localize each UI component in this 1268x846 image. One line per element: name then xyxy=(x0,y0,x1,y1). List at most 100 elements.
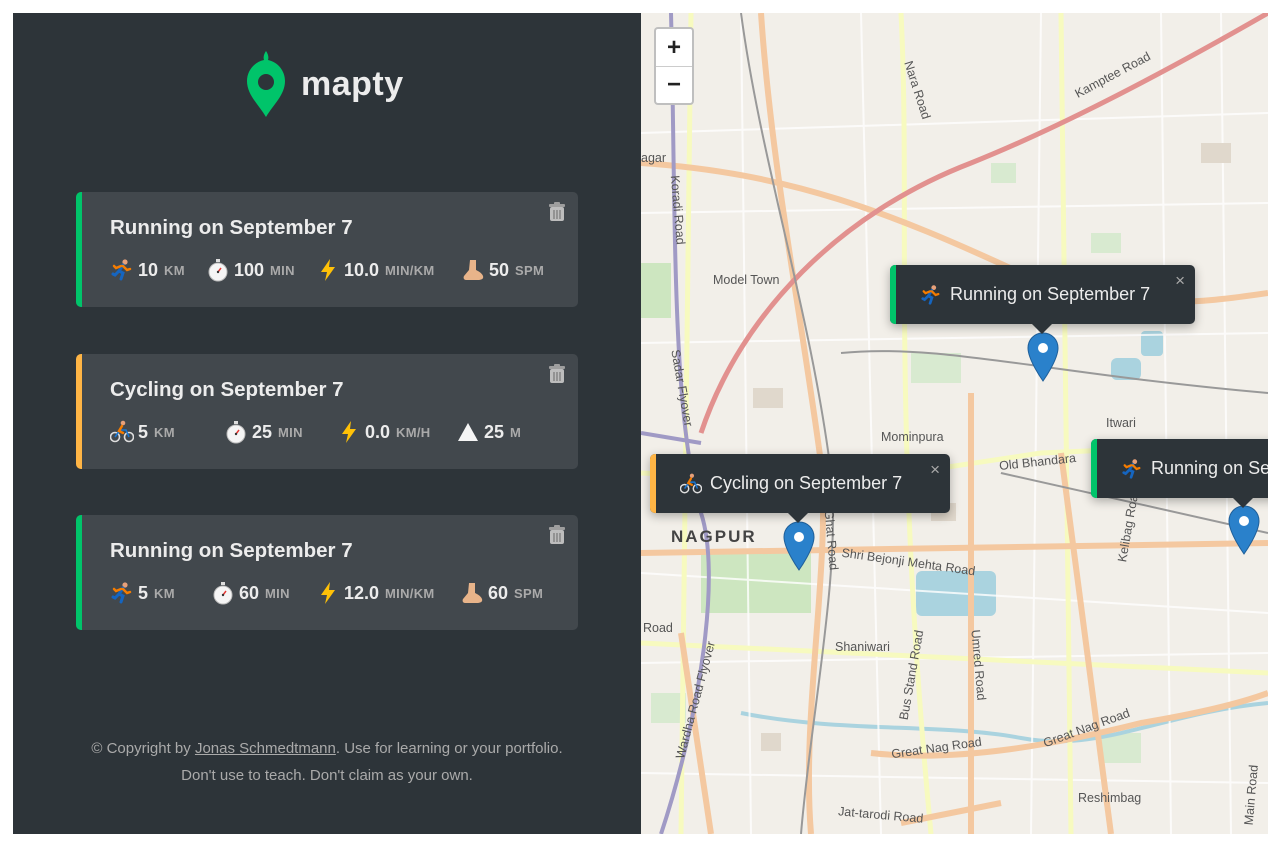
cyclist-icon xyxy=(110,420,134,444)
zoom-out-button[interactable]: − xyxy=(656,66,692,103)
stopwatch-icon xyxy=(211,581,235,605)
map-label: Shaniwari xyxy=(835,640,890,654)
map-marker-icon[interactable] xyxy=(1027,332,1059,382)
runner-icon xyxy=(920,284,942,306)
workout-title: Running on September 7 xyxy=(110,539,353,562)
cyclist-icon xyxy=(680,473,702,495)
logo: mapty xyxy=(247,51,404,117)
workout-value: 5 xyxy=(138,421,149,442)
close-icon[interactable]: × xyxy=(1175,271,1185,291)
workout-unit: min xyxy=(278,424,303,440)
popup-text: Cycling on September 7 xyxy=(710,473,903,493)
workout-speed: 0.0 km/h xyxy=(337,420,430,444)
map-label: Mominpura xyxy=(881,430,944,444)
workout-popup[interactable]: Running on September 7 × xyxy=(890,265,1195,334)
popup-type-bar xyxy=(650,454,656,513)
map-label: agar xyxy=(641,151,667,165)
workout-popup[interactable]: Running on September 7 xyxy=(1091,439,1268,508)
workout-pace: 10.0 min/km xyxy=(316,258,435,282)
popup-text: Running on September 7 xyxy=(950,284,1151,304)
workout-distance: 5 km xyxy=(110,581,175,605)
foot-icon xyxy=(460,581,484,605)
workout-duration: 25 min xyxy=(224,420,303,444)
popup-type-bar xyxy=(1091,439,1097,498)
workout-unit: km/h xyxy=(396,424,431,440)
workout-unit: km xyxy=(154,424,175,440)
workout-cadence: 60 spm xyxy=(460,581,543,605)
workout-unit: min xyxy=(265,585,290,601)
app: mapty Running on September 7 10 km 100 m… xyxy=(13,13,1268,834)
app-name: mapty xyxy=(301,64,404,103)
workout-value: 50 xyxy=(489,259,510,280)
popup-tip xyxy=(1233,498,1253,508)
runner-icon xyxy=(110,258,134,282)
workout-type-bar xyxy=(76,192,82,307)
trash-icon[interactable] xyxy=(548,202,566,222)
runner-icon xyxy=(1121,458,1143,480)
workout-unit: min xyxy=(270,262,295,278)
workout-value: 25 xyxy=(484,421,505,442)
workout-value: 5 xyxy=(138,582,149,603)
popup-tip xyxy=(1032,324,1052,334)
mountain-icon xyxy=(456,420,480,444)
workout-elevation: 25 m xyxy=(456,420,521,444)
workout-value: 25 xyxy=(252,421,273,442)
lightning-icon xyxy=(316,258,340,282)
runner-icon xyxy=(110,581,134,605)
workout-value: 10.0 xyxy=(344,259,380,280)
map-marker-icon[interactable] xyxy=(1228,505,1260,555)
map-tiles[interactable] xyxy=(641,13,1268,834)
stopwatch-icon xyxy=(224,420,248,444)
workout-value: 10 xyxy=(138,259,159,280)
foot-icon xyxy=(461,258,485,282)
workout-card[interactable]: Cycling on September 7 5 km 25 min 0.0 k… xyxy=(76,354,578,469)
workout-value: 12.0 xyxy=(344,582,380,603)
workout-unit: km xyxy=(164,262,185,278)
workout-title: Cycling on September 7 xyxy=(110,378,344,401)
workout-title: Running on September 7 xyxy=(110,216,353,239)
trash-icon[interactable] xyxy=(548,525,566,545)
city-label: NAGPUR xyxy=(671,527,757,546)
popup-text: Running on September 7 xyxy=(1151,458,1268,478)
popup-tip xyxy=(788,513,808,523)
popup-type-bar xyxy=(890,265,896,324)
trash-icon[interactable] xyxy=(548,364,566,384)
workout-cadence: 50 spm xyxy=(461,258,544,282)
sidebar: mapty Running on September 7 10 km 100 m… xyxy=(13,13,641,834)
lightning-icon xyxy=(316,581,340,605)
workout-unit: spm xyxy=(515,262,545,278)
lightning-icon xyxy=(337,420,361,444)
workout-value: 0.0 xyxy=(365,421,391,442)
zoom-in-button[interactable]: + xyxy=(656,29,692,66)
zoom-control: + − xyxy=(654,27,694,105)
workout-popup[interactable]: Cycling on September 7 × xyxy=(650,454,950,523)
workout-value: 60 xyxy=(239,582,260,603)
close-icon[interactable]: × xyxy=(930,460,940,480)
workout-pace: 12.0 min/km xyxy=(316,581,435,605)
stopwatch-icon xyxy=(206,258,230,282)
map-label: Road xyxy=(643,621,673,635)
workout-unit: km xyxy=(154,585,175,601)
workout-type-bar xyxy=(76,354,82,469)
workout-distance: 5 km xyxy=(110,420,175,444)
workout-unit: min/km xyxy=(385,262,435,278)
workout-value: 60 xyxy=(488,582,509,603)
workout-card[interactable]: Running on September 7 10 km 100 min 10.… xyxy=(76,192,578,307)
workout-duration: 100 min xyxy=(206,258,295,282)
copyright-prefix: © Copyright by xyxy=(91,740,195,757)
workout-unit: min/km xyxy=(385,585,435,601)
workout-unit: m xyxy=(510,424,522,440)
workout-unit: spm xyxy=(514,585,544,601)
workout-card[interactable]: Running on September 7 5 km 60 min 12.0 … xyxy=(76,515,578,630)
copyright: © Copyright by Jonas Schmedtmann. Use fo… xyxy=(83,735,571,789)
workout-duration: 60 min xyxy=(211,581,290,605)
workout-distance: 10 km xyxy=(110,258,185,282)
map-marker-icon[interactable] xyxy=(783,521,815,571)
author-link[interactable]: Jonas Schmedtmann xyxy=(195,740,336,757)
workout-type-bar xyxy=(76,515,82,630)
map-label: Itwari xyxy=(1106,416,1136,430)
map[interactable]: Nara Road Kamptee Road Koradi Road Model… xyxy=(641,13,1268,834)
map-label: Reshimbag xyxy=(1078,791,1142,805)
map-label: Model Town xyxy=(713,273,780,287)
map-pin-logo-icon xyxy=(247,51,285,117)
